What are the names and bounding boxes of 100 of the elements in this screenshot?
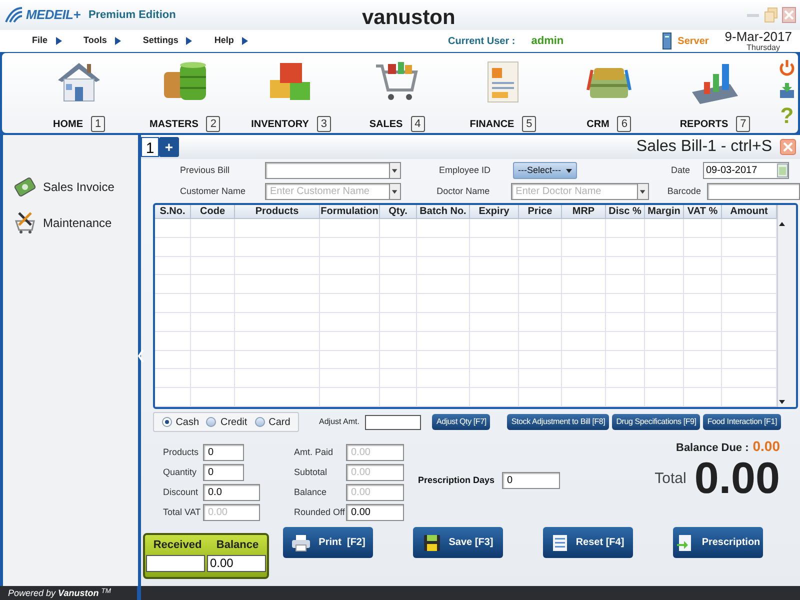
payment-radio[interactable]: Cash: [162, 414, 200, 430]
received-field[interactable]: [146, 554, 205, 572]
balance-label: Balance: [216, 538, 259, 553]
caret-icon: [56, 37, 62, 45]
close-icon[interactable]: [780, 139, 796, 155]
customer-name-field[interactable]: Enter Customer Name: [265, 183, 390, 200]
document-icon: [552, 534, 568, 552]
add-tab-button[interactable]: +: [159, 137, 179, 157]
action-button[interactable]: Stock Adjustment to Bill [F8]: [507, 414, 610, 430]
bottom-button[interactable]: Prescription: [673, 527, 763, 558]
calendar-icon[interactable]: [777, 163, 788, 178]
bottom-button[interactable]: Print [F2]: [283, 527, 373, 558]
sidebar-item[interactable]: Sales Invoice: [13, 175, 138, 199]
footer-text: Powered by Vanuston $^{TM}$: [7, 586, 112, 600]
column-header: Qty.: [380, 205, 417, 218]
barcode-field[interactable]: [707, 183, 800, 200]
power-icon[interactable]: [779, 59, 795, 78]
caret-icon: [186, 37, 192, 45]
toolbar-button[interactable]: FINANCE 5: [455, 53, 551, 133]
total-value: 0.00: [694, 457, 780, 501]
server-label: Server: [678, 34, 709, 48]
server-icon: [662, 32, 672, 50]
menu-item[interactable]: Settings: [142, 34, 192, 48]
tools-cart-icon: [13, 211, 37, 235]
summary-field[interactable]: 0.00: [346, 504, 404, 521]
toolbar-button[interactable]: HOME 1: [31, 53, 127, 133]
column-header: Formulation: [320, 205, 380, 218]
date-text: 9-Mar-2017: [724, 30, 792, 43]
field-label: Amt. Paid: [294, 446, 334, 459]
field-label: Doctor Name: [436, 184, 490, 198]
bottom-button[interactable]: Save [F3]: [413, 527, 503, 558]
payment-radio[interactable]: Card: [254, 414, 290, 430]
bottom-button[interactable]: Reset [F4]: [543, 527, 633, 558]
logo-icon: [4, 6, 24, 24]
toolbar-button[interactable]: REPORTS 7: [667, 53, 763, 133]
column-header: VAT %: [684, 205, 722, 218]
date-field[interactable]: 09-03-2017: [703, 162, 789, 179]
column-header: MRP: [562, 205, 606, 218]
column-header: S.No.: [155, 205, 191, 218]
prescription-days-label: Prescription Days: [418, 474, 495, 487]
column-header: Disc %: [606, 205, 645, 218]
column-header: Price: [519, 205, 562, 218]
caret-icon: [114, 37, 121, 45]
shortcut-key: 5: [522, 116, 536, 132]
sidebar-item[interactable]: Maintenance: [13, 211, 138, 235]
toolbar-button[interactable]: SALES 4: [349, 53, 445, 133]
field-label: Subtotal: [294, 466, 328, 479]
balance-due-label: Balance Due :: [676, 441, 749, 456]
balance-field: 0.00: [206, 554, 266, 572]
shortcut-key: 7: [736, 116, 750, 132]
previous-bill-field[interactable]: [265, 162, 390, 179]
employee-select[interactable]: ---Select---: [513, 162, 577, 179]
action-button[interactable]: Adjust Qty [F7]: [432, 414, 490, 430]
edition-label: Premium Edition: [88, 8, 176, 23]
field-label: Balance: [294, 486, 327, 499]
current-user-label: Current User :: [448, 34, 516, 48]
user-name: admin: [531, 34, 564, 49]
close-icon[interactable]: [782, 7, 796, 23]
column-header: Batch No.: [417, 205, 470, 218]
download-monitor-icon[interactable]: [779, 82, 795, 100]
toolbar-button[interactable]: INVENTORY 3: [243, 53, 339, 133]
field-label: Barcode: [667, 184, 701, 198]
toolbar-button[interactable]: MASTERS 2: [137, 53, 233, 133]
total-label: Total: [654, 468, 686, 489]
menu-item[interactable]: Tools: [84, 34, 121, 48]
toolbar-button[interactable]: CRM 6: [561, 53, 657, 133]
dropdown-arrow-icon: [566, 168, 572, 172]
action-button[interactable]: Food Interaction [F1]: [703, 414, 781, 430]
prescription-days-field[interactable]: 0: [502, 472, 560, 489]
field-label: Discount: [163, 486, 198, 499]
payment-radio[interactable]: Credit: [206, 414, 248, 430]
balance-due-value: 0.00: [752, 437, 780, 456]
bill-tab[interactable]: 1: [141, 137, 159, 157]
field-label: Date: [671, 164, 690, 177]
summary-field[interactable]: 0: [203, 464, 244, 481]
menu-item[interactable]: Help: [214, 34, 248, 48]
column-header: Products: [235, 205, 320, 218]
received-label: Received: [153, 538, 202, 553]
field-label: Total VAT: [163, 506, 201, 519]
window-title: vanuston: [362, 5, 456, 31]
summary-field[interactable]: 0: [203, 444, 244, 461]
scrollbar[interactable]: [777, 205, 796, 407]
column-header: Code: [191, 205, 235, 218]
shortcut-key: 6: [617, 116, 632, 132]
menu-item[interactable]: File: [32, 34, 62, 48]
action-button[interactable]: Drug Specifications [F9]: [612, 414, 700, 430]
field-label: Previous Bill: [180, 164, 230, 177]
summary-field[interactable]: 0.0: [203, 484, 260, 501]
field-label: Quantity: [163, 466, 197, 479]
caret-icon: [242, 37, 248, 45]
shortcut-key: 1: [91, 116, 105, 132]
adjust-amt-field[interactable]: [365, 414, 422, 430]
shortcut-key: 4: [410, 116, 425, 132]
shortcut-key: 2: [206, 116, 220, 132]
field-label: Products: [163, 446, 199, 459]
doctor-name-field[interactable]: Enter Doctor Name: [510, 183, 638, 200]
adjust-amt-label: Adjust Amt.: [319, 416, 360, 428]
shortcut-key: 3: [316, 116, 331, 132]
day-text: Thursday: [746, 43, 780, 52]
column-header: Expiry: [470, 205, 519, 218]
